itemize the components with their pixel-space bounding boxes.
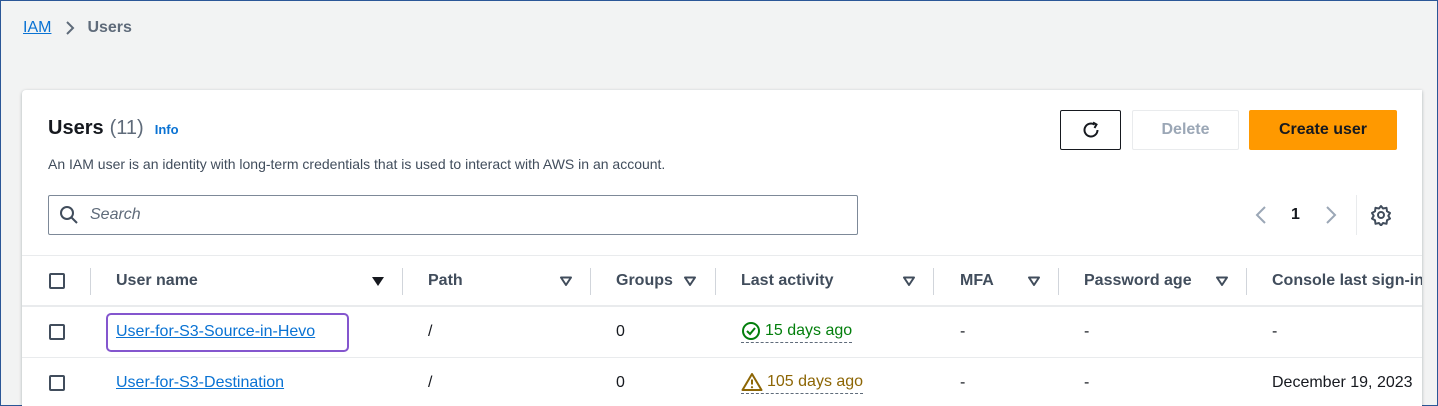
user-name-link[interactable]: User-for-S3-Destination <box>116 374 284 392</box>
pagination-divider <box>1356 195 1357 235</box>
path-cell: / <box>428 374 433 391</box>
last-activity-text: 105 days ago <box>767 373 864 390</box>
page-title: Users <box>48 117 104 139</box>
select-all-cell <box>49 256 65 305</box>
column-header-groups[interactable]: Groups <box>616 256 676 305</box>
settings-gear-icon[interactable] <box>1370 203 1392 227</box>
row-checkbox[interactable] <box>49 324 65 340</box>
path-cell: / <box>428 323 433 340</box>
table-header-row: User name Path Groups Last activity MFA <box>22 255 1422 306</box>
panel-header: Users (11) Info <box>48 117 179 140</box>
current-page-number[interactable]: 1 <box>1291 203 1300 227</box>
sort-descending-icon[interactable] <box>371 274 385 288</box>
column-header-console-last-sign-in[interactable]: Console last sign-in <box>1272 256 1422 305</box>
password-age-cell: - <box>1084 323 1090 340</box>
info-link[interactable]: Info <box>155 122 179 137</box>
warning-triangle-icon <box>741 372 767 392</box>
breadcrumb-current: Users <box>87 19 132 36</box>
mfa-cell: - <box>960 323 966 340</box>
groups-cell: 0 <box>616 374 625 391</box>
chevron-right-icon <box>65 20 75 36</box>
sort-icon[interactable] <box>559 274 573 288</box>
console-last-sign-in-cell: December 19, 2023 <box>1272 374 1413 391</box>
previous-page-icon[interactable] <box>1254 203 1268 227</box>
table-row: User-for-S3-Source-in-Hevo / 0 15 days a… <box>22 306 1422 357</box>
refresh-button[interactable] <box>1060 110 1121 150</box>
users-panel: Users (11) Info An IAM user is an identi… <box>22 90 1422 406</box>
last-activity-status[interactable]: 15 days ago <box>741 321 853 343</box>
delete-button[interactable]: Delete <box>1132 110 1239 150</box>
last-activity-status[interactable]: 105 days ago <box>741 372 864 394</box>
sort-icon[interactable] <box>683 274 697 288</box>
mfa-cell: - <box>960 374 966 391</box>
password-age-cell: - <box>1084 374 1090 391</box>
user-name-link[interactable]: User-for-S3-Source-in-Hevo <box>116 323 315 341</box>
groups-cell: 0 <box>616 323 625 340</box>
search-icon <box>59 205 79 225</box>
last-activity-text: 15 days ago <box>765 322 853 339</box>
breadcrumb-iam-link[interactable]: IAM <box>23 19 51 37</box>
next-page-icon[interactable] <box>1324 203 1338 227</box>
search-field[interactable] <box>48 195 858 235</box>
select-all-checkbox[interactable] <box>49 272 65 289</box>
console-last-sign-in-cell: - <box>1272 323 1278 340</box>
column-header-mfa[interactable]: MFA <box>960 256 994 305</box>
column-header-last-activity[interactable]: Last activity <box>741 256 833 305</box>
create-user-button[interactable]: Create user <box>1249 110 1397 150</box>
user-count: (11) <box>109 117 144 139</box>
sort-icon[interactable] <box>1215 274 1229 288</box>
sort-icon[interactable] <box>1027 274 1041 288</box>
sort-icon[interactable] <box>902 274 916 288</box>
refresh-icon <box>1081 120 1101 140</box>
users-table: User name Path Groups Last activity MFA <box>22 255 1422 406</box>
column-header-path[interactable]: Path <box>428 256 463 305</box>
success-check-icon <box>741 321 765 341</box>
breadcrumb: IAM Users <box>23 19 132 37</box>
column-header-password-age[interactable]: Password age <box>1084 256 1192 305</box>
column-header-user-name[interactable]: User name <box>116 256 198 305</box>
row-checkbox[interactable] <box>49 375 65 391</box>
panel-description: An IAM user is an identity with long-ter… <box>48 156 666 172</box>
search-input[interactable] <box>90 206 830 224</box>
table-row: User-for-S3-Destination / 0 105 days ago <box>22 357 1422 406</box>
